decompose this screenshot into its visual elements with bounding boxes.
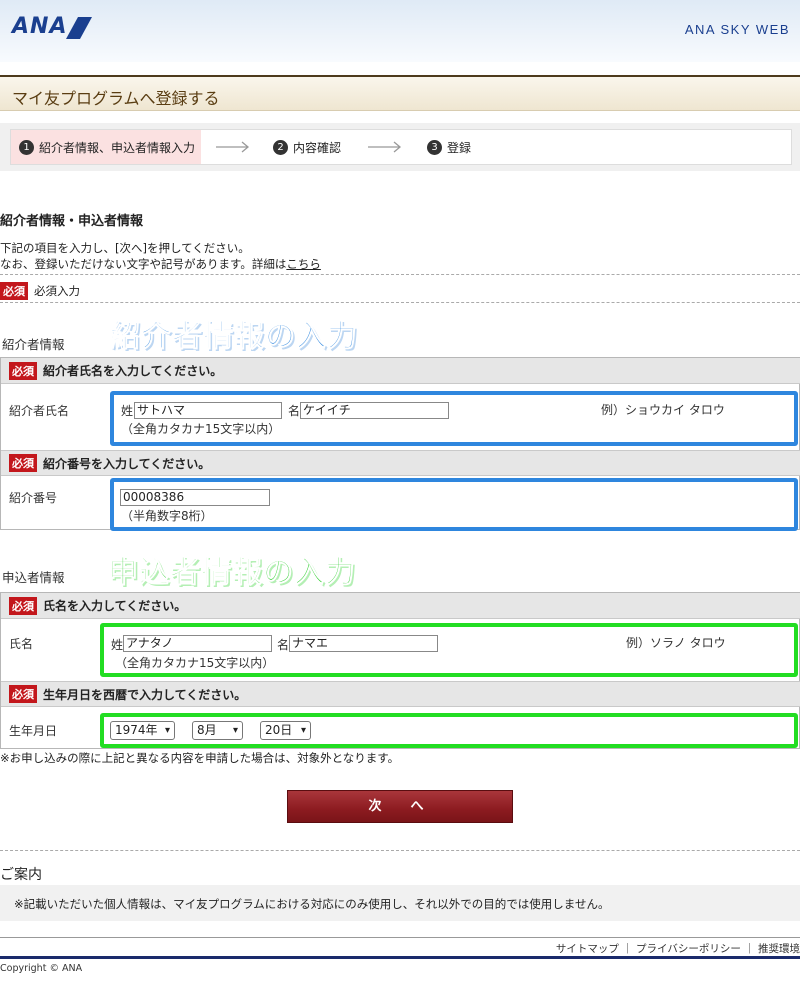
page-title-bar: マイ友プログラムへ登録する (0, 75, 800, 111)
mei-label: 名 (277, 638, 290, 652)
required-badge: 必須 (9, 361, 37, 380)
referrer-number-header: 必須 紹介番号を入力してください。 (1, 450, 800, 476)
step-3-number: 3 (427, 139, 442, 155)
footer-divider (0, 937, 800, 938)
applicant-birth-header: 必須 生年月日を西暦で入力してください。 (1, 681, 800, 707)
birth-day-value: 20日 (265, 723, 293, 737)
required-badge: 必須 (9, 685, 37, 703)
applicant-form-table: 必須 氏名を入力してください。 氏名 姓 アナタノ 名 ナマエ 例）ソラノ タロ… (0, 592, 800, 749)
mei-label: 名 (288, 404, 301, 418)
chevron-down-icon: ▾ (300, 725, 306, 736)
arrow-right-icon (368, 141, 402, 153)
steps-container: 1 紹介者情報、申込者情報入力 2 内容確認 3 登録 (10, 129, 792, 165)
referrer-mei-input[interactable]: ケイイチ (300, 402, 449, 419)
step-2: 2 内容確認 (273, 130, 341, 164)
required-badge: 必須 (9, 454, 37, 472)
referrer-number-input[interactable]: 00008386 (120, 489, 270, 506)
step-3-label: 登録 (447, 140, 472, 155)
applicant-birth-label: 生年月日 (9, 724, 58, 738)
referrer-name-note: （全角カタカナ15文字以内） (121, 422, 281, 436)
referrer-form-table: 必須 紹介者氏名を入力してください。 紹介者氏名 姓 サトハマ 名 ケイイチ 例… (0, 357, 800, 531)
divider (0, 850, 800, 851)
step-3: 3 登録 (427, 130, 471, 164)
details-link[interactable]: こちら (286, 257, 321, 271)
notice-text: ※お申し込みの際に上記と異なる内容を申請した場合は、対象外となります。 (0, 751, 400, 765)
sei-label: 姓 (121, 404, 134, 418)
section-title: 紹介者情報・申込者情報 (0, 214, 144, 229)
applicant-birth-prompt: 生年月日を西暦で入力してください。 (43, 687, 247, 702)
applicant-name-example: 例）ソラノ タロウ (626, 636, 726, 650)
required-legend: 必須 必須入力 (0, 282, 80, 300)
applicant-group-label: 申込者情報 (2, 570, 65, 585)
applicant-name-note: （全角カタカナ15文字以内） (115, 656, 275, 670)
step-2-label: 内容確認 (293, 140, 342, 155)
referrer-name-label: 紹介者氏名 (9, 404, 70, 418)
chevron-down-icon: ▾ (164, 725, 170, 736)
birth-month-value: 8月 (197, 723, 217, 737)
divider (0, 274, 800, 275)
progress-steps: 1 紹介者情報、申込者情報入力 2 内容確認 3 登録 (0, 123, 800, 171)
required-badge: 必須 (9, 596, 37, 615)
divider (0, 302, 800, 303)
referrer-annotation: 紹介者情報の入力 (110, 319, 358, 355)
birth-year-value: 1974年 (115, 723, 158, 737)
copyright: Copyright © ANA (0, 963, 83, 974)
arrow-right-icon (216, 141, 250, 153)
guide-text: ※記載いただいた個人情報は、マイ友プログラムにおける対応にのみ使用し、それ以外で… (14, 897, 610, 911)
referrer-number-label: 紹介番号 (9, 491, 58, 505)
applicant-sei-input[interactable]: アナタノ (123, 635, 272, 652)
applicant-annotation: 申込者情報の入力 (108, 555, 356, 591)
referrer-name-header: 必須 紹介者氏名を入力してください。 (1, 358, 800, 384)
required-legend-text: 必須入力 (34, 284, 80, 298)
applicant-name-label: 氏名 (9, 637, 34, 651)
intro-text-2-body: なお、登録いただけない文字や記号があります。詳細は (0, 257, 287, 271)
intro-text-1: 下記の項目を入力し、[次へ]を押してください。 (0, 241, 250, 255)
step-1-number: 1 (19, 139, 34, 155)
referrer-name-example: 例）ショウカイ タロウ (601, 403, 725, 417)
birth-month-select[interactable]: 8月 ▾ (192, 721, 243, 740)
site-header: ANA ANA SKY WEB (0, 0, 800, 62)
chevron-down-icon: ▾ (232, 725, 238, 736)
required-badge: 必須 (0, 282, 28, 300)
referrer-number-note: （半角数字8桁） (121, 509, 213, 523)
applicant-name-prompt: 氏名を入力してください。 (43, 599, 187, 613)
applicant-mei-input[interactable]: ナマエ (289, 635, 438, 652)
referrer-name-prompt: 紹介者氏名を入力してください。 (43, 364, 223, 378)
page-title: マイ友プログラムへ登録する (12, 89, 220, 108)
applicant-name-header: 必須 氏名を入力してください。 (1, 593, 800, 619)
ana-logo-mark-icon (66, 17, 92, 39)
referrer-sei-input[interactable]: サトハマ (134, 402, 282, 419)
site-name[interactable]: ANA SKY WEB (685, 22, 790, 37)
guide-heading: ご案内 (0, 867, 42, 883)
referrer-number-prompt: 紹介番号を入力してください。 (43, 456, 211, 471)
step-1-label: 紹介者情報、申込者情報入力 (39, 140, 196, 155)
footer-links[interactable]: サイトマップ ｜ プライバシーポリシー ｜ 推奨環境 (556, 941, 800, 956)
sei-label: 姓 (111, 638, 124, 652)
ana-logo[interactable]: ANA (12, 14, 67, 39)
step-1: 1 紹介者情報、申込者情報入力 (11, 130, 201, 164)
step-2-number: 2 (273, 139, 288, 155)
birth-year-select[interactable]: 1974年 ▾ (110, 721, 175, 740)
referrer-group-label: 紹介者情報 (2, 337, 65, 352)
intro-text-2: なお、登録いただけない文字や記号があります。詳細はこちら (0, 256, 321, 272)
footer-bar (0, 956, 800, 959)
birth-day-select[interactable]: 20日 ▾ (260, 721, 311, 740)
next-button[interactable]: 次 へ (287, 790, 513, 823)
